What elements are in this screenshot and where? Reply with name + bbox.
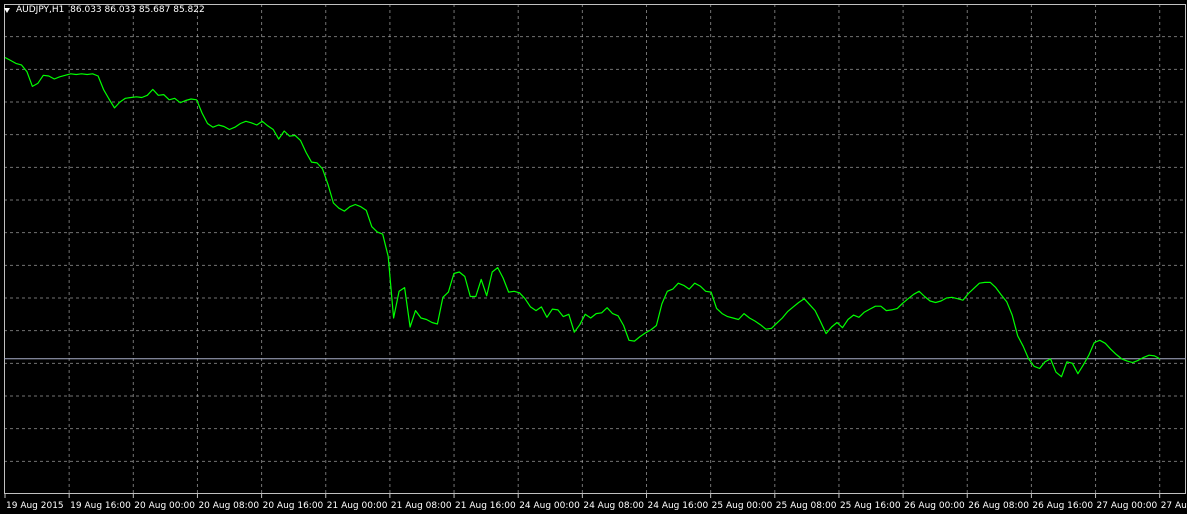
symbol-header: AUDJPY,H1 86.033 86.033 85.687 85.822 xyxy=(4,3,205,17)
dropdown-arrow-icon[interactable] xyxy=(4,7,10,13)
x-tick-label: 25 Aug 08:00 xyxy=(776,501,837,511)
x-tick-label: 26 Aug 16:00 xyxy=(1032,501,1093,511)
x-tick-label: 21 Aug 16:00 xyxy=(455,501,516,511)
x-tick-label: 21 Aug 00:00 xyxy=(327,501,388,511)
x-tick-label: 24 Aug 16:00 xyxy=(648,501,709,511)
ohlc-values: 86.033 86.033 85.687 85.822 xyxy=(70,5,205,15)
x-tick-label: 21 Aug 08:00 xyxy=(391,501,452,511)
x-tick-label: 27 Aug 00:00 xyxy=(1097,501,1158,511)
x-tick-label: 24 Aug 08:00 xyxy=(583,501,644,511)
price-chart[interactable]: 19 Aug 2015 19 Aug 16:00 20 Aug 00:00 20 Au… xyxy=(0,0,1187,514)
x-tick-label: 20 Aug 00:00 xyxy=(134,501,195,511)
chart-window[interactable]: AUDJPY,H1 86.033 86.033 85.687 85.822 19… xyxy=(0,0,1187,514)
x-tick-label: 27 Aug xyxy=(1161,501,1187,511)
x-tick-label: 26 Aug 00:00 xyxy=(904,501,965,511)
x-tick-label: 24 Aug 00:00 xyxy=(519,501,580,511)
symbol-label: AUDJPY,H1 xyxy=(16,5,65,15)
x-tick-label: 20 Aug 08:00 xyxy=(198,501,259,511)
x-tick-label: 25 Aug 00:00 xyxy=(712,501,773,511)
x-tick-label: 20 Aug 16:00 xyxy=(263,501,324,511)
chart-frame xyxy=(4,4,1186,494)
x-tick-label: 19 Aug 16:00 xyxy=(70,501,131,511)
x-tick-label: 19 Aug 2015 xyxy=(6,501,64,511)
x-tick-label: 25 Aug 16:00 xyxy=(840,501,901,511)
x-tick-label: 26 Aug 08:00 xyxy=(968,501,1029,511)
